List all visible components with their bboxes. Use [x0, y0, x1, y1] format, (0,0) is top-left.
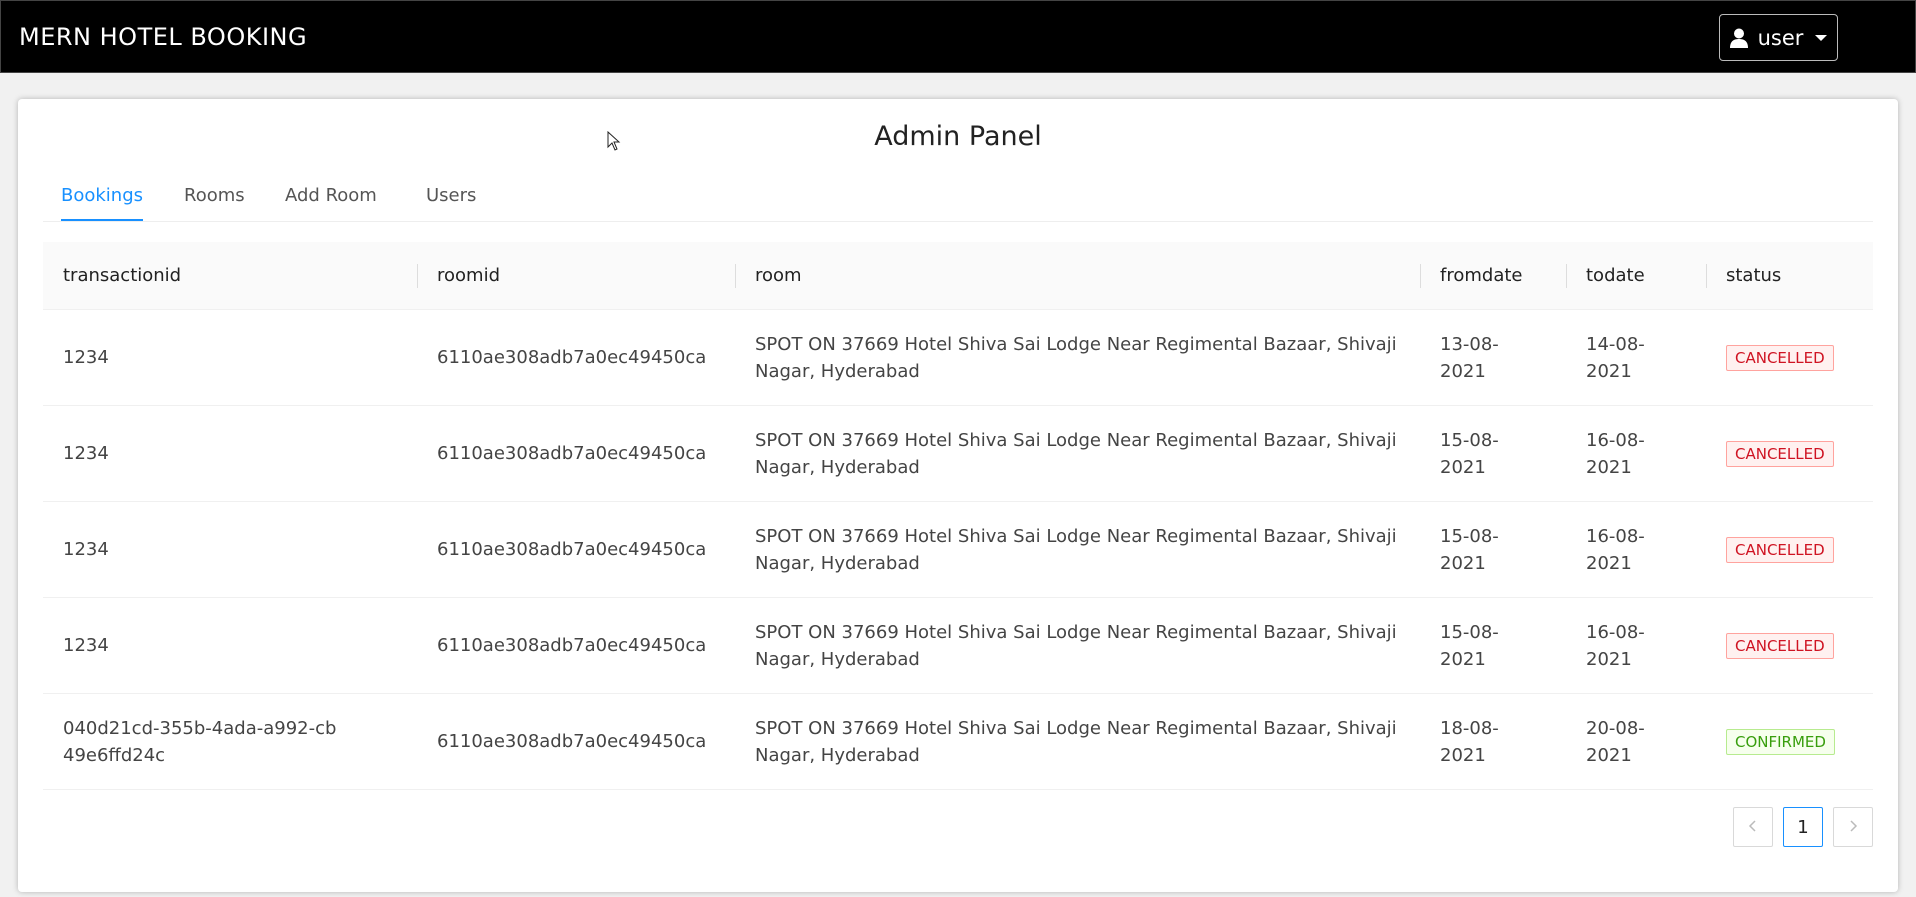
column-header-transactionid: transactionid	[63, 265, 182, 286]
pagination: 1	[18, 807, 1898, 847]
status-badge: CANCELLED	[1726, 536, 1834, 563]
table-row: 1234 6110ae308adb7a0ec49450ca SPOT ON 37…	[43, 598, 1873, 694]
cell-room: SPOT ON 37669 Hotel Shiva Sai Lodge Near…	[755, 333, 1397, 382]
column-header-todate: todate	[1586, 265, 1645, 286]
cell-fromdate: 15-08-2021	[1440, 525, 1499, 574]
cell-transactionid: 1234	[63, 443, 109, 464]
cell-fromdate: 15-08-2021	[1440, 621, 1499, 670]
cell-fromdate: 18-08-2021	[1440, 717, 1499, 766]
column-header-status: status	[1726, 265, 1782, 286]
pagination-prev-button[interactable]	[1733, 807, 1773, 847]
status-badge: CANCELLED	[1726, 440, 1834, 467]
column-header-room: room	[755, 265, 802, 286]
cell-transactionid: 040d21cd-355b-4ada-a992-cb49e6ffd24c	[63, 717, 337, 766]
user-icon	[1729, 28, 1748, 48]
column-header-roomid: roomid	[437, 265, 500, 286]
status-badge: CANCELLED	[1726, 632, 1834, 659]
user-menu-button[interactable]: user	[1719, 14, 1838, 61]
top-navbar: MERN HOTEL BOOKING user	[0, 0, 1916, 73]
cell-todate: 16-08-2021	[1586, 621, 1645, 670]
cell-fromdate: 13-08-2021	[1440, 333, 1499, 382]
table-row: 1234 6110ae308adb7a0ec49450ca SPOT ON 37…	[43, 310, 1873, 406]
pagination-page-1[interactable]: 1	[1783, 807, 1823, 847]
cell-roomid: 6110ae308adb7a0ec49450ca	[437, 443, 707, 464]
admin-panel-card: Admin Panel Bookings Rooms Add Room User…	[18, 99, 1898, 892]
tab-add-room[interactable]: Add Room	[285, 179, 377, 221]
cell-fromdate: 15-08-2021	[1440, 429, 1499, 478]
table-row: 1234 6110ae308adb7a0ec49450ca SPOT ON 37…	[43, 502, 1873, 598]
cell-status: CANCELLED	[1706, 598, 1873, 693]
table-header: transactionid roomid room fromdate todat…	[43, 242, 1873, 310]
chevron-left-icon	[1748, 817, 1758, 838]
column-header-fromdate: fromdate	[1440, 265, 1523, 286]
table-row: 1234 6110ae308adb7a0ec49450ca SPOT ON 37…	[43, 406, 1873, 502]
bookings-table: transactionid roomid room fromdate todat…	[43, 242, 1873, 790]
cell-room: SPOT ON 37669 Hotel Shiva Sai Lodge Near…	[755, 429, 1397, 478]
cell-roomid: 6110ae308adb7a0ec49450ca	[437, 539, 707, 560]
cell-transactionid: 1234	[63, 347, 109, 368]
tab-rooms[interactable]: Rooms	[184, 179, 245, 221]
cell-todate: 14-08-2021	[1586, 333, 1645, 382]
cell-status: CANCELLED	[1706, 502, 1873, 597]
cell-room: SPOT ON 37669 Hotel Shiva Sai Lodge Near…	[755, 621, 1397, 670]
mouse-cursor-icon	[607, 130, 621, 155]
cell-roomid: 6110ae308adb7a0ec49450ca	[437, 731, 707, 752]
tab-users[interactable]: Users	[426, 179, 476, 221]
chevron-right-icon	[1848, 817, 1858, 838]
cell-todate: 16-08-2021	[1586, 525, 1645, 574]
cell-status: CANCELLED	[1706, 310, 1873, 405]
caret-down-icon	[1815, 34, 1828, 41]
brand-title[interactable]: MERN HOTEL BOOKING	[19, 23, 307, 51]
cell-roomid: 6110ae308adb7a0ec49450ca	[437, 635, 707, 656]
status-badge: CANCELLED	[1726, 344, 1834, 371]
cell-transactionid: 1234	[63, 539, 109, 560]
table-row: 040d21cd-355b-4ada-a992-cb49e6ffd24c 611…	[43, 694, 1873, 790]
status-badge: CONFIRMED	[1726, 728, 1835, 755]
pagination-next-button[interactable]	[1833, 807, 1873, 847]
cell-roomid: 6110ae308adb7a0ec49450ca	[437, 347, 707, 368]
cell-todate: 20-08-2021	[1586, 717, 1645, 766]
cell-room: SPOT ON 37669 Hotel Shiva Sai Lodge Near…	[755, 717, 1397, 766]
cell-todate: 16-08-2021	[1586, 429, 1645, 478]
tab-bookings[interactable]: Bookings	[61, 179, 144, 221]
user-menu-label: user	[1757, 25, 1804, 50]
cell-transactionid: 1234	[63, 635, 109, 656]
cell-status: CANCELLED	[1706, 406, 1873, 501]
tab-bar: Bookings Rooms Add Room Users	[43, 179, 1873, 222]
page-title: Admin Panel	[874, 121, 1042, 152]
cell-room: SPOT ON 37669 Hotel Shiva Sai Lodge Near…	[755, 525, 1397, 574]
cell-status: CONFIRMED	[1706, 694, 1873, 789]
